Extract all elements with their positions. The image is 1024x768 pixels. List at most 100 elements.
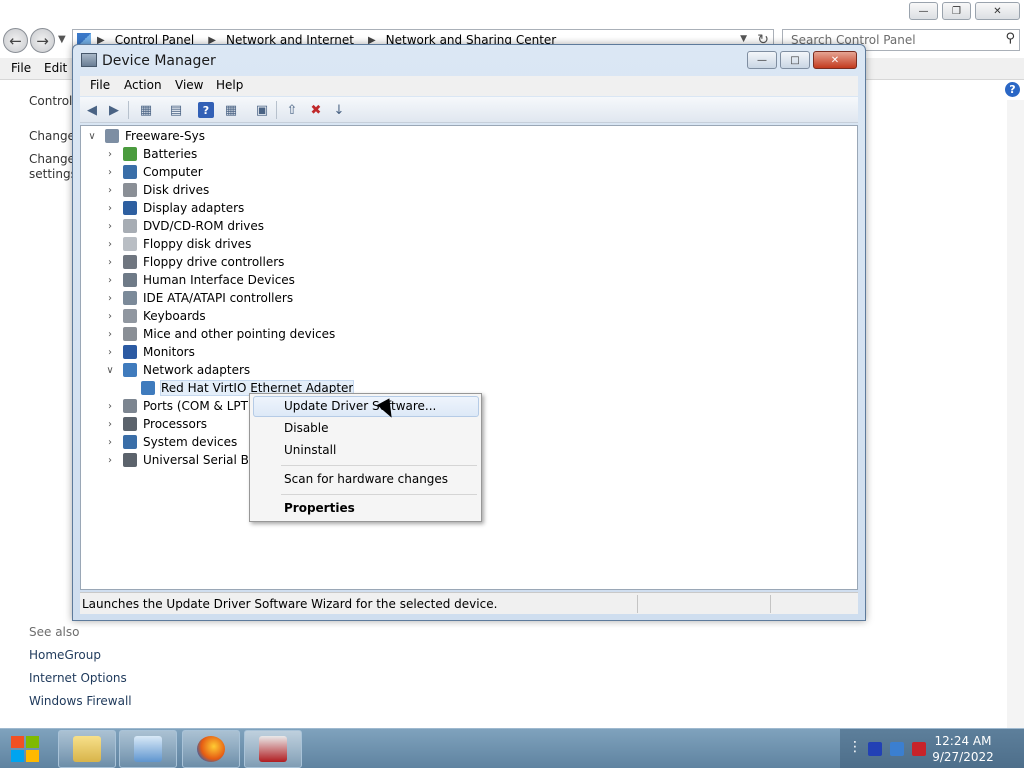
tree-item-system-devices[interactable]: › System devices bbox=[103, 433, 237, 451]
expand-icon[interactable]: › bbox=[103, 311, 117, 322]
expand-icon[interactable]: › bbox=[103, 437, 117, 448]
scrollbar[interactable] bbox=[1007, 100, 1024, 728]
update-driver-icon[interactable]: ⇧ bbox=[284, 102, 300, 118]
menu-item-scan-for-hardware-changes[interactable]: Scan for hardware changes bbox=[253, 469, 479, 490]
dm-minimize-button[interactable]: — bbox=[747, 51, 777, 69]
back-button[interactable]: ← bbox=[3, 28, 28, 53]
menu-help[interactable]: Help bbox=[216, 78, 243, 92]
expand-icon[interactable]: › bbox=[103, 257, 117, 268]
back-arrow-icon[interactable]: ◀ bbox=[84, 102, 100, 118]
control-panel-icon bbox=[134, 736, 162, 762]
close-button[interactable]: ✕ bbox=[975, 2, 1020, 20]
network-icon[interactable] bbox=[890, 742, 904, 756]
tree-root[interactable]: ∨ Freeware-Sys bbox=[85, 127, 205, 145]
device-category-icon bbox=[123, 345, 137, 359]
device-category-icon bbox=[123, 327, 137, 341]
menu-file[interactable]: File bbox=[90, 78, 110, 92]
show-hide-console-tree-icon[interactable]: ▦ bbox=[138, 102, 154, 118]
help-icon[interactable]: ? bbox=[1005, 82, 1020, 97]
collapse-icon[interactable]: ∨ bbox=[103, 365, 117, 376]
action-center-flag-icon[interactable] bbox=[868, 742, 882, 756]
tree-item-batteries[interactable]: › Batteries bbox=[103, 145, 197, 163]
tree-item-network-adapters[interactable]: ∨ Network adapters bbox=[103, 361, 250, 379]
sidebar-link-control-panel-home[interactable]: Control bbox=[29, 94, 72, 109]
taskbar-explorer-button[interactable] bbox=[58, 730, 116, 768]
tree-item-ide-ata-atapi-controllers[interactable]: › IDE ATA/ATAPI controllers bbox=[103, 289, 293, 307]
expand-icon[interactable]: › bbox=[103, 203, 117, 214]
expand-icon[interactable]: › bbox=[103, 149, 117, 160]
device-manager-toolbar: ◀ ▶ ▦ ▤ ? ▦ ▣ ⇧ ✖ ↓ bbox=[80, 97, 858, 123]
tree-item-human-interface-devices[interactable]: › Human Interface Devices bbox=[103, 271, 295, 289]
link-homegroup[interactable]: HomeGroup bbox=[29, 648, 101, 662]
expand-icon[interactable]: › bbox=[103, 275, 117, 286]
expand-icon[interactable]: › bbox=[103, 185, 117, 196]
tree-item-disk-drives[interactable]: › Disk drives bbox=[103, 181, 209, 199]
expand-icon[interactable]: › bbox=[103, 419, 117, 430]
search-icon[interactable]: ⚲ bbox=[1005, 31, 1015, 46]
expand-icon[interactable]: › bbox=[103, 347, 117, 358]
expand-icon[interactable]: › bbox=[103, 401, 117, 412]
clock-time: 12:24 AM bbox=[934, 734, 992, 748]
forward-arrow-icon[interactable]: ▶ bbox=[106, 102, 122, 118]
properties-icon[interactable]: ▤ bbox=[168, 102, 184, 118]
tree-item-ports-com-lpt[interactable]: › Ports (COM & LPT) bbox=[103, 397, 253, 415]
menu-edit[interactable]: Edit bbox=[44, 61, 67, 75]
link-windows-firewall[interactable]: Windows Firewall bbox=[29, 694, 132, 708]
tree-item-floppy-drive-controllers[interactable]: › Floppy drive controllers bbox=[103, 253, 284, 271]
menu-item-disable[interactable]: Disable bbox=[253, 418, 479, 439]
tree-item-computer[interactable]: › Computer bbox=[103, 163, 203, 181]
expand-icon[interactable]: › bbox=[103, 221, 117, 232]
device-category-icon bbox=[123, 453, 137, 467]
recent-pages-dropdown[interactable]: ▼ bbox=[58, 34, 66, 45]
context-menu: Update Driver Software... Disable Uninst… bbox=[249, 393, 482, 522]
expand-icon[interactable]: › bbox=[103, 455, 117, 466]
dm-close-button[interactable]: ✕ bbox=[813, 51, 857, 69]
address-dropdown-icon[interactable]: ▼ bbox=[740, 34, 747, 44]
expand-icon[interactable]: › bbox=[103, 293, 117, 304]
sidebar-link-change-adapter[interactable]: Change bbox=[29, 129, 75, 144]
sidebar-link-settings[interactable]: settings bbox=[29, 167, 77, 182]
forward-button[interactable]: → bbox=[30, 28, 55, 53]
start-button[interactable] bbox=[8, 733, 42, 765]
tree-item-universal-serial-bus-c[interactable]: › Universal Serial Bus c bbox=[103, 451, 273, 469]
menu-file[interactable]: File bbox=[11, 61, 31, 75]
menu-view[interactable]: View bbox=[175, 78, 203, 92]
device-category-icon bbox=[123, 147, 137, 161]
device-manager-titlebar[interactable]: Device Manager — □ ✕ bbox=[73, 45, 865, 77]
expand-icon[interactable]: › bbox=[103, 167, 117, 178]
link-internet-options[interactable]: Internet Options bbox=[29, 671, 127, 685]
action-pane-icon[interactable]: ▦ bbox=[223, 102, 239, 118]
menu-action[interactable]: Action bbox=[124, 78, 162, 92]
collapse-icon[interactable]: ∨ bbox=[85, 131, 99, 142]
tree-item-processors[interactable]: › Processors bbox=[103, 415, 207, 433]
expand-icon[interactable]: › bbox=[103, 329, 117, 340]
clock[interactable]: 12:24 AM 9/27/2022 bbox=[928, 733, 998, 765]
menu-item-uninstall[interactable]: Uninstall bbox=[253, 440, 479, 461]
help-topics-icon[interactable]: ? bbox=[198, 102, 214, 118]
sidebar-link-change-sharing[interactable]: Change bbox=[29, 152, 75, 167]
tree-item-mice-and-other-pointing-devices[interactable]: › Mice and other pointing devices bbox=[103, 325, 335, 343]
restore-button[interactable]: ❐ bbox=[942, 2, 971, 20]
volume-muted-icon[interactable] bbox=[912, 742, 926, 756]
tree-item-display-adapters[interactable]: › Display adapters bbox=[103, 199, 244, 217]
device-category-icon bbox=[123, 291, 137, 305]
device-category-icon bbox=[123, 165, 137, 179]
tree-item-keyboards[interactable]: › Keyboards bbox=[103, 307, 206, 325]
minimize-button[interactable]: — bbox=[909, 2, 938, 20]
dm-maximize-button[interactable]: □ bbox=[780, 51, 810, 69]
taskbar-device-manager-button[interactable] bbox=[244, 730, 302, 768]
menu-item-update-driver-software[interactable]: Update Driver Software... bbox=[253, 396, 479, 417]
network-adapter-icon bbox=[141, 381, 155, 395]
uninstall-device-icon[interactable]: ✖ bbox=[308, 102, 324, 118]
menu-item-properties[interactable]: Properties bbox=[253, 498, 479, 519]
show-hidden-icons-icon[interactable]: ⋮ bbox=[848, 739, 862, 755]
tree-item-floppy-disk-drives[interactable]: › Floppy disk drives bbox=[103, 235, 251, 253]
tree-item-dvd-cd-rom-drives[interactable]: › DVD/CD-ROM drives bbox=[103, 217, 264, 235]
scan-hardware-icon[interactable]: ▣ bbox=[254, 102, 270, 118]
tree-item-monitors[interactable]: › Monitors bbox=[103, 343, 195, 361]
toolbox-icon bbox=[259, 736, 287, 762]
disable-device-icon[interactable]: ↓ bbox=[331, 102, 347, 118]
taskbar-firefox-button[interactable] bbox=[182, 730, 240, 768]
expand-icon[interactable]: › bbox=[103, 239, 117, 250]
taskbar-control-panel-button[interactable] bbox=[119, 730, 177, 768]
